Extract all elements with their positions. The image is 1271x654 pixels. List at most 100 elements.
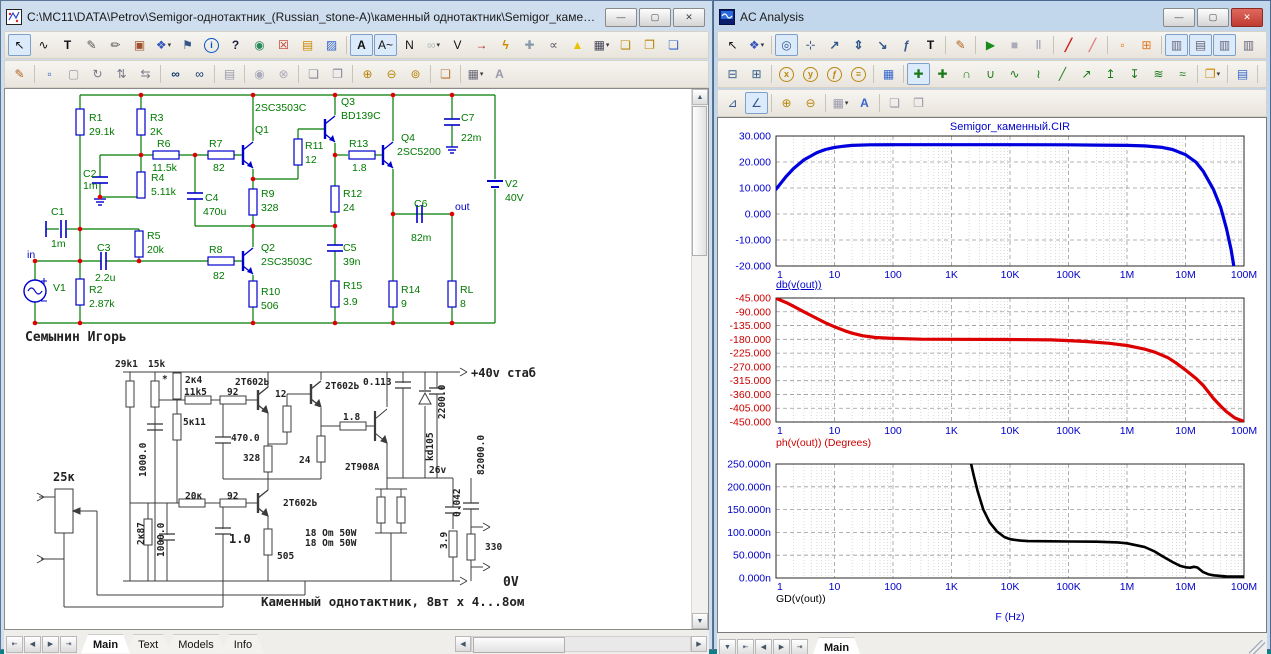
notes-icon[interactable]: ▨ <box>320 34 343 56</box>
analysis-nav-2-icon[interactable]: ◀ <box>755 639 772 654</box>
clipboard-icon[interactable]: ❐▾ <box>1201 63 1224 85</box>
polygon-mode-icon[interactable]: ✏ <box>104 34 127 56</box>
inflection-icon[interactable]: ↗ <box>1075 63 1098 85</box>
split-window-icon[interactable]: ❏ <box>662 34 685 56</box>
plot-phase[interactable]: -45.000-90.000-135.000-180.000-225.000-2… <box>718 290 1262 456</box>
pause-icon[interactable]: ‖ <box>1027 34 1050 56</box>
analysis-nav-1-icon[interactable]: ⇤ <box>737 639 754 654</box>
region-icon[interactable]: ▢ <box>62 63 85 85</box>
show-links-icon[interactable]: ∞▾ <box>422 34 445 56</box>
tab-info[interactable]: Info <box>222 635 264 654</box>
zoom-in-icon[interactable]: ⊕ <box>356 63 379 85</box>
zoom-in-icon[interactable]: ⊕ <box>775 92 798 114</box>
text-icon[interactable]: T <box>919 34 942 56</box>
select-arrow-icon[interactable]: ↖ <box>721 34 744 56</box>
change-log-icon[interactable]: ▤ <box>218 63 241 85</box>
run-icon[interactable]: ▶ <box>979 34 1002 56</box>
schematic-nav-3-icon[interactable]: ⇥ <box>60 636 77 653</box>
show-attributes-icon[interactable]: A <box>350 34 373 56</box>
font-icon[interactable]: A <box>488 63 511 85</box>
flag-icon[interactable]: ⚑ <box>176 34 199 56</box>
dropdown-arrow-icon[interactable]: ▾ <box>606 41 610 49</box>
slope-icon[interactable]: ╱ <box>1051 63 1074 85</box>
numeric-output-icon[interactable]: ▤ <box>1231 63 1254 85</box>
back-icon[interactable]: ◉ <box>248 63 271 85</box>
tile-icon[interactable]: ▦▾ <box>464 63 487 85</box>
font-icon[interactable]: A <box>853 92 876 114</box>
picture-icon[interactable]: ▣ <box>128 34 151 56</box>
remove-limits-icon[interactable]: ⊟ <box>721 63 744 85</box>
dc-op-slope-icon[interactable]: ╱ <box>1081 34 1104 56</box>
waveform-label[interactable]: GD(v(out)) <box>776 593 826 605</box>
help-icon[interactable]: ? <box>224 34 247 56</box>
line-mode-icon[interactable]: ✎ <box>80 34 103 56</box>
schematic-nav-1-icon[interactable]: ◀ <box>24 636 41 653</box>
valley-icon[interactable]: ≀ <box>1027 63 1050 85</box>
data-points-icon[interactable]: ▫ <box>1111 34 1134 56</box>
schematic-horizontal-scrollbar[interactable]: ◀ ▶ <box>455 636 707 653</box>
scrollbar-thumb[interactable] <box>692 106 707 256</box>
tab-text[interactable]: Text <box>126 635 170 654</box>
resize-grip[interactable] <box>1249 640 1265 654</box>
minimize-button[interactable]: — <box>605 8 637 27</box>
restore-button[interactable]: ▢ <box>639 8 671 27</box>
browse-web-icon[interactable]: ◉ <box>248 34 271 56</box>
dropdown-arrow-icon[interactable]: ▾ <box>437 41 441 49</box>
zoom-out-icon[interactable]: ⊖ <box>799 92 822 114</box>
analysis-nav-0-icon[interactable]: ▼ <box>719 639 736 654</box>
show-currents-icon[interactable]: → <box>470 34 493 56</box>
select-arrow-icon[interactable]: ↖ <box>8 34 31 56</box>
zoom-percent-icon[interactable]: ⊚ <box>404 63 427 85</box>
dropdown-arrow-icon[interactable]: ▾ <box>845 99 849 107</box>
properties-icon[interactable]: ✎ <box>949 34 972 56</box>
plot-gain-db[interactable]: 30.00020.00010.0000.000-10.000-20.000110… <box>718 118 1262 290</box>
waveform-label[interactable]: ph(v(out)) (Degrees) <box>776 437 871 449</box>
schematic-vertical-scrollbar[interactable]: ▲ ▼ <box>691 89 708 629</box>
animate-slope-icon[interactable]: ╱ <box>1057 34 1080 56</box>
plot-layout-2-icon[interactable]: ▤ <box>1189 34 1212 56</box>
zoom-fx-icon[interactable]: ƒ <box>823 63 846 85</box>
tile-icon[interactable]: ▦▾ <box>829 92 852 114</box>
schematic-drawing[interactable]: R129.1kR32KR611.5kR7822SC3503CQ1Q3BD139C… <box>5 89 697 627</box>
auto-scale-icon[interactable]: ⊞ <box>745 63 768 85</box>
scroll-up-icon[interactable]: ▲ <box>692 89 708 105</box>
find-next-icon[interactable]: ∞ <box>188 63 211 85</box>
rotate-icon[interactable]: ↻ <box>86 63 109 85</box>
scroll-left-icon[interactable]: ◀ <box>455 636 471 652</box>
axis-linlog-icon[interactable]: ∠ <box>745 92 768 114</box>
find-icon[interactable]: ∞ <box>164 63 187 85</box>
info-icon[interactable]: i <box>200 34 223 56</box>
cursor-right-icon[interactable]: ✚ <box>931 63 954 85</box>
show-text-icon[interactable]: A~ <box>374 34 397 56</box>
pan-mode-icon[interactable]: ⇕ <box>847 34 870 56</box>
close-button[interactable]: ✕ <box>673 8 705 27</box>
scrollbar-thumb[interactable] <box>473 637 565 653</box>
bottom-icon[interactable]: ∪ <box>979 63 1002 85</box>
tab-main[interactable]: Main <box>81 635 130 654</box>
show-power-icon[interactable]: ϟ <box>494 34 517 56</box>
graph-cursor-icon[interactable]: ⊹ <box>799 34 822 56</box>
analysis-nav-4-icon[interactable]: ⇥ <box>791 639 808 654</box>
schematic-nav-0-icon[interactable]: ⇤ <box>6 636 23 653</box>
dropdown-arrow-icon[interactable]: ▾ <box>480 70 484 78</box>
calculator-icon[interactable]: ▦ <box>1261 63 1267 85</box>
scroll-right-icon[interactable]: ▶ <box>691 636 707 652</box>
zoom-window-icon[interactable]: ◎ <box>775 34 798 56</box>
low-icon[interactable]: ↧ <box>1123 63 1146 85</box>
flip-vertical-icon[interactable]: ⇅ <box>110 63 133 85</box>
zoom-y-icon[interactable]: y <box>799 63 822 85</box>
plot-layout-4-icon[interactable]: ▥ <box>1237 34 1260 56</box>
envelope-top-icon[interactable]: ≋ <box>1147 63 1170 85</box>
top-icon[interactable]: ∩ <box>955 63 978 85</box>
component-list-icon[interactable]: ▤ <box>296 34 319 56</box>
page-icon[interactable]: ❏ <box>434 63 457 85</box>
warning-icon[interactable]: ▲ <box>566 34 589 56</box>
check-model-icon[interactable]: ☒ <box>272 34 295 56</box>
high-icon[interactable]: ↥ <box>1099 63 1122 85</box>
plot-group-delay[interactable]: 250.000n200.000n150.000n100.000n50.000n0… <box>718 456 1262 632</box>
restore-button[interactable]: ▢ <box>1197 8 1229 27</box>
to-front-icon[interactable]: ❏ <box>883 92 906 114</box>
formula-icon[interactable]: ƒ <box>895 34 918 56</box>
dropdown-arrow-icon[interactable]: ▾ <box>168 41 172 49</box>
select-area-icon[interactable]: ▫ <box>38 63 61 85</box>
